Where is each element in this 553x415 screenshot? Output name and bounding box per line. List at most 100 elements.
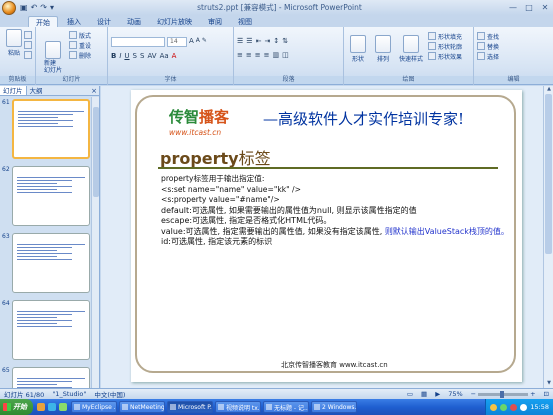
select-button[interactable]: 选择 (477, 51, 550, 61)
new-slide-button[interactable]: 新建 幻灯片 (39, 41, 67, 74)
paste-button[interactable]: 粘贴 (3, 29, 25, 57)
tray-icon[interactable] (500, 403, 508, 411)
close-button[interactable]: ✕ (537, 1, 553, 15)
columns-icon[interactable]: ▥ (273, 51, 280, 59)
zoom-out-icon[interactable]: − (471, 390, 476, 398)
ribbon-tab[interactable]: 开始 (28, 16, 58, 27)
scroll-up-icon[interactable]: ▲ (544, 86, 553, 94)
language-indicator[interactable]: 中文(中国) (90, 389, 129, 399)
tab-slides[interactable]: 幻灯片 (0, 86, 27, 95)
zoom-slider[interactable]: − + (467, 390, 540, 398)
line-spacing-icon[interactable]: ↕ (273, 37, 279, 45)
increase-indent-icon[interactable]: ⇥ (264, 37, 270, 45)
shape-effects-button[interactable]: 形状效果 (428, 51, 462, 61)
slide-thumbnail-item[interactable]: 62 (0, 164, 92, 231)
tray-icon[interactable] (520, 403, 528, 411)
find-button[interactable]: 查找 (477, 31, 550, 41)
slide-thumbnail-item[interactable]: 61 (0, 97, 92, 164)
tray-icon[interactable] (510, 403, 518, 411)
taskbar-button[interactable]: 2 Windows... (311, 401, 357, 413)
format-painter-icon[interactable] (24, 51, 32, 59)
align-center-icon[interactable]: ≡ (246, 51, 252, 59)
shrink-font-icon[interactable]: A (196, 37, 200, 47)
copy-icon[interactable] (24, 41, 32, 49)
tab-outline[interactable]: 大纲 (27, 86, 46, 95)
canvas-scroll-thumb[interactable] (545, 94, 552, 254)
zoom-knob[interactable] (500, 390, 505, 398)
strikethrough-button[interactable]: S (133, 52, 137, 60)
ribbon-tab[interactable]: 幻灯片放映 (150, 16, 199, 27)
slideshow-view-icon[interactable]: ▶ (431, 390, 444, 398)
layout-button[interactable]: 版式 (69, 30, 91, 40)
ribbon-tab[interactable]: 插入 (60, 16, 88, 27)
clear-format-icon[interactable]: ✎ (202, 37, 207, 47)
panel-scroll-thumb[interactable] (93, 107, 99, 197)
ribbon-tab[interactable]: 设计 (90, 16, 118, 27)
quick-styles-button[interactable]: 快速样式 (397, 35, 425, 63)
clock[interactable]: 15:58 (530, 403, 549, 411)
font-size-combo[interactable]: 14 (167, 37, 187, 47)
panel-close-icon[interactable]: × (91, 86, 99, 95)
slide-thumbnail-item[interactable]: 63 (0, 231, 92, 298)
undo-icon[interactable]: ↶ (31, 3, 38, 12)
start-button[interactable]: 开始 (0, 399, 33, 415)
taskbar-button[interactable]: NetMeeting... (119, 401, 165, 413)
sorter-view-icon[interactable]: ▦ (417, 390, 431, 398)
fit-window-icon[interactable]: ⊡ (540, 390, 553, 398)
current-slide[interactable]: 传智播客 www.itcast.cn —高级软件人才实作培训专家! proper… (131, 90, 522, 382)
ribbon-tab[interactable]: 视图 (231, 16, 259, 27)
taskbar-button[interactable]: 视频说明 tx... (215, 401, 261, 413)
quick-launch-icon[interactable] (37, 403, 45, 411)
slide-thumbnail[interactable] (12, 99, 90, 159)
slide-thumbnail[interactable] (12, 367, 90, 388)
normal-view-icon[interactable]: ▭ (403, 390, 417, 398)
zoom-level[interactable]: 75% (444, 390, 466, 398)
redo-icon[interactable]: ↷ (40, 3, 47, 12)
decrease-indent-icon[interactable]: ⇤ (256, 37, 262, 45)
reset-button[interactable]: 重设 (69, 40, 91, 50)
slide-thumbnail[interactable] (12, 166, 90, 226)
numbering-icon[interactable]: ☰ (246, 37, 252, 45)
italic-button[interactable]: I (119, 52, 121, 60)
delete-slide-button[interactable]: 删除 (69, 50, 91, 60)
shape-outline-button[interactable]: 形状轮廓 (428, 41, 462, 51)
taskbar-button[interactable]: Microsoft P... (167, 401, 213, 413)
shapes-button[interactable]: 形状 (347, 35, 369, 63)
shape-fill-button[interactable]: 形状填充 (428, 31, 462, 41)
cut-icon[interactable] (24, 31, 32, 39)
save-icon[interactable]: ▣ (20, 3, 28, 12)
tray-icon[interactable] (490, 403, 498, 411)
bullets-icon[interactable]: ☰ (237, 37, 243, 45)
quick-launch-icon[interactable] (48, 403, 56, 411)
scroll-down-icon[interactable]: ▼ (544, 380, 553, 388)
slide-thumbnail[interactable] (12, 233, 90, 293)
office-button[interactable] (2, 0, 16, 15)
justify-icon[interactable]: ≡ (264, 51, 270, 59)
slide-thumbnail[interactable] (12, 300, 90, 360)
slide-title[interactable]: property标签 (160, 145, 271, 169)
underline-button[interactable]: U (124, 52, 129, 60)
ribbon-tab[interactable]: 审阅 (201, 16, 229, 27)
case-icon[interactable]: Aa (160, 52, 169, 60)
canvas-scrollbar[interactable]: ▲ ▼ (543, 86, 553, 388)
taskbar-button[interactable]: MyEclipse ... (71, 401, 117, 413)
smartart-icon[interactable]: ◫ (282, 51, 289, 59)
minimize-button[interactable]: — (505, 1, 521, 15)
bold-button[interactable]: B (111, 52, 116, 60)
quick-launch-icon[interactable] (59, 403, 67, 411)
maximize-button[interactable]: □ (521, 1, 537, 15)
zoom-in-icon[interactable]: + (530, 390, 535, 398)
text-direction-icon[interactable]: ⇅ (282, 37, 288, 45)
align-right-icon[interactable]: ≡ (255, 51, 261, 59)
spacing-icon[interactable]: AV (147, 52, 156, 60)
taskbar-button[interactable]: 无标题 - 记... (263, 401, 309, 413)
slide-body[interactable]: property标签用于输出指定值: <s:set name="name" va… (161, 174, 511, 248)
align-left-icon[interactable]: ≡ (237, 51, 243, 59)
font-name-combo[interactable] (111, 37, 165, 47)
font-color-icon[interactable]: A (172, 52, 177, 60)
arrange-button[interactable]: 排列 (372, 35, 394, 63)
slide-thumbnail-item[interactable]: 65 (0, 365, 92, 388)
shadow-icon[interactable]: S (140, 52, 144, 60)
grow-font-icon[interactable]: A (189, 37, 194, 47)
ribbon-tab[interactable]: 动画 (120, 16, 148, 27)
